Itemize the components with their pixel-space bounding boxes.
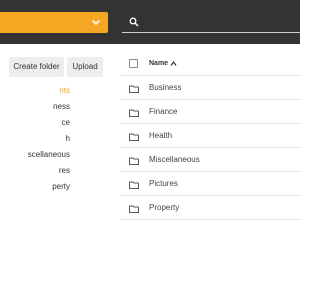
list-item[interactable]: Property xyxy=(120,196,300,220)
tree-item-property[interactable]: perty xyxy=(0,180,70,194)
search-underline xyxy=(122,32,300,33)
location-dropdown[interactable] xyxy=(0,12,108,33)
tree-item-health[interactable]: h xyxy=(0,132,70,146)
tree-item-label: ness xyxy=(53,102,70,111)
search-icon[interactable] xyxy=(129,17,139,27)
search-input[interactable] xyxy=(142,14,292,30)
folder-icon xyxy=(129,133,139,141)
tree-item-pictures[interactable]: res xyxy=(0,164,70,178)
select-all-checkbox[interactable] xyxy=(129,59,138,68)
tree-item-label: h xyxy=(65,134,70,143)
left-pane: Create folder Upload nts ness ce h scell… xyxy=(0,44,110,300)
upload-button[interactable]: Upload xyxy=(67,57,103,77)
tree-item-label: nts xyxy=(59,86,70,95)
list-item[interactable]: Health xyxy=(120,124,300,148)
name-column-header[interactable]: Name xyxy=(149,59,168,69)
tree-item-label: res xyxy=(58,166,70,175)
tree-item-business[interactable]: ness xyxy=(0,100,70,114)
list-item-name: Property xyxy=(149,203,180,212)
list-item-name: Business xyxy=(149,83,182,92)
tree-item-label: ce xyxy=(61,118,70,127)
folder-icon xyxy=(129,157,139,165)
chevron-down-icon[interactable] xyxy=(90,16,102,28)
tree-item-documents[interactable]: nts xyxy=(0,84,70,98)
list-item-name: Finance xyxy=(149,107,178,116)
list-item[interactable]: Pictures xyxy=(120,172,300,196)
list-item-name: Health xyxy=(149,131,173,140)
create-folder-button[interactable]: Create folder xyxy=(9,57,64,77)
folder-icon xyxy=(129,205,139,213)
tree-item-finance[interactable]: ce xyxy=(0,116,70,130)
search-box[interactable] xyxy=(122,12,300,33)
list-item-name: Miscellaneous xyxy=(149,155,200,164)
top-bar xyxy=(0,0,300,44)
folder-icon xyxy=(129,85,139,93)
sort-ascending-icon[interactable] xyxy=(170,60,177,67)
list-item[interactable]: Miscellaneous xyxy=(120,148,300,172)
tree-item-label: perty xyxy=(52,182,70,191)
folder-icon xyxy=(129,109,139,117)
list-header: Name xyxy=(120,52,300,76)
tree-item-label: scellaneous xyxy=(27,150,70,159)
folder-icon xyxy=(129,181,139,189)
tree-item-miscellaneous[interactable]: scellaneous xyxy=(0,148,70,162)
list-item[interactable]: Finance xyxy=(120,100,300,124)
list-item[interactable]: Business xyxy=(120,76,300,100)
list-item-name: Pictures xyxy=(149,179,178,188)
